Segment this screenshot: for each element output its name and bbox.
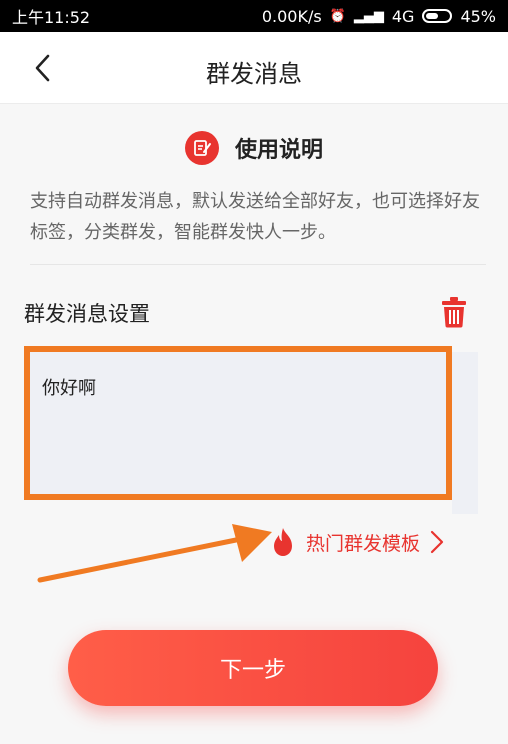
divider: [30, 264, 486, 265]
message-input[interactable]: 你好啊: [24, 346, 452, 500]
chevron-right-icon: [430, 530, 444, 554]
status-time: 上午11:52: [12, 8, 91, 27]
message-text: 你好啊: [42, 378, 96, 399]
signal-icon: ▂▄▆: [353, 8, 384, 24]
instructions-title: 使用说明: [234, 138, 323, 163]
status-indicators: 0.00K/s ⏰ ▂▄▆ 4G 45%: [262, 7, 496, 26]
hot-template-label: 热门群发模板: [306, 532, 421, 555]
settings-title: 群发消息设置: [24, 302, 150, 326]
hot-template-link[interactable]: 热门群发模板: [270, 524, 444, 560]
page-title: 群发消息: [206, 60, 302, 88]
battery-level: 45%: [460, 6, 496, 26]
battery-icon: [422, 9, 453, 23]
network-type: 4G: [391, 6, 415, 26]
instructions-header: 使用说明: [0, 128, 508, 168]
next-button[interactable]: 下一步: [68, 630, 438, 706]
alarm-icon: ⏰: [329, 8, 346, 24]
annotation-arrow: [37, 524, 272, 583]
status-bar: 上午11:52 0.00K/s ⏰ ▂▄▆ 4G 45%: [0, 0, 508, 32]
edit-note-icon: [184, 131, 219, 165]
nav-bar: 群发消息: [0, 32, 508, 104]
message-box-background: [452, 352, 478, 514]
trash-icon[interactable]: [440, 296, 468, 328]
fire-icon: [274, 528, 292, 556]
network-speed: 0.00K/s: [261, 6, 322, 26]
instructions-text: 支持自动群发消息，默认发送给全部好友，也可选择好友标签，分类群发，智能群发快人一…: [30, 191, 480, 243]
